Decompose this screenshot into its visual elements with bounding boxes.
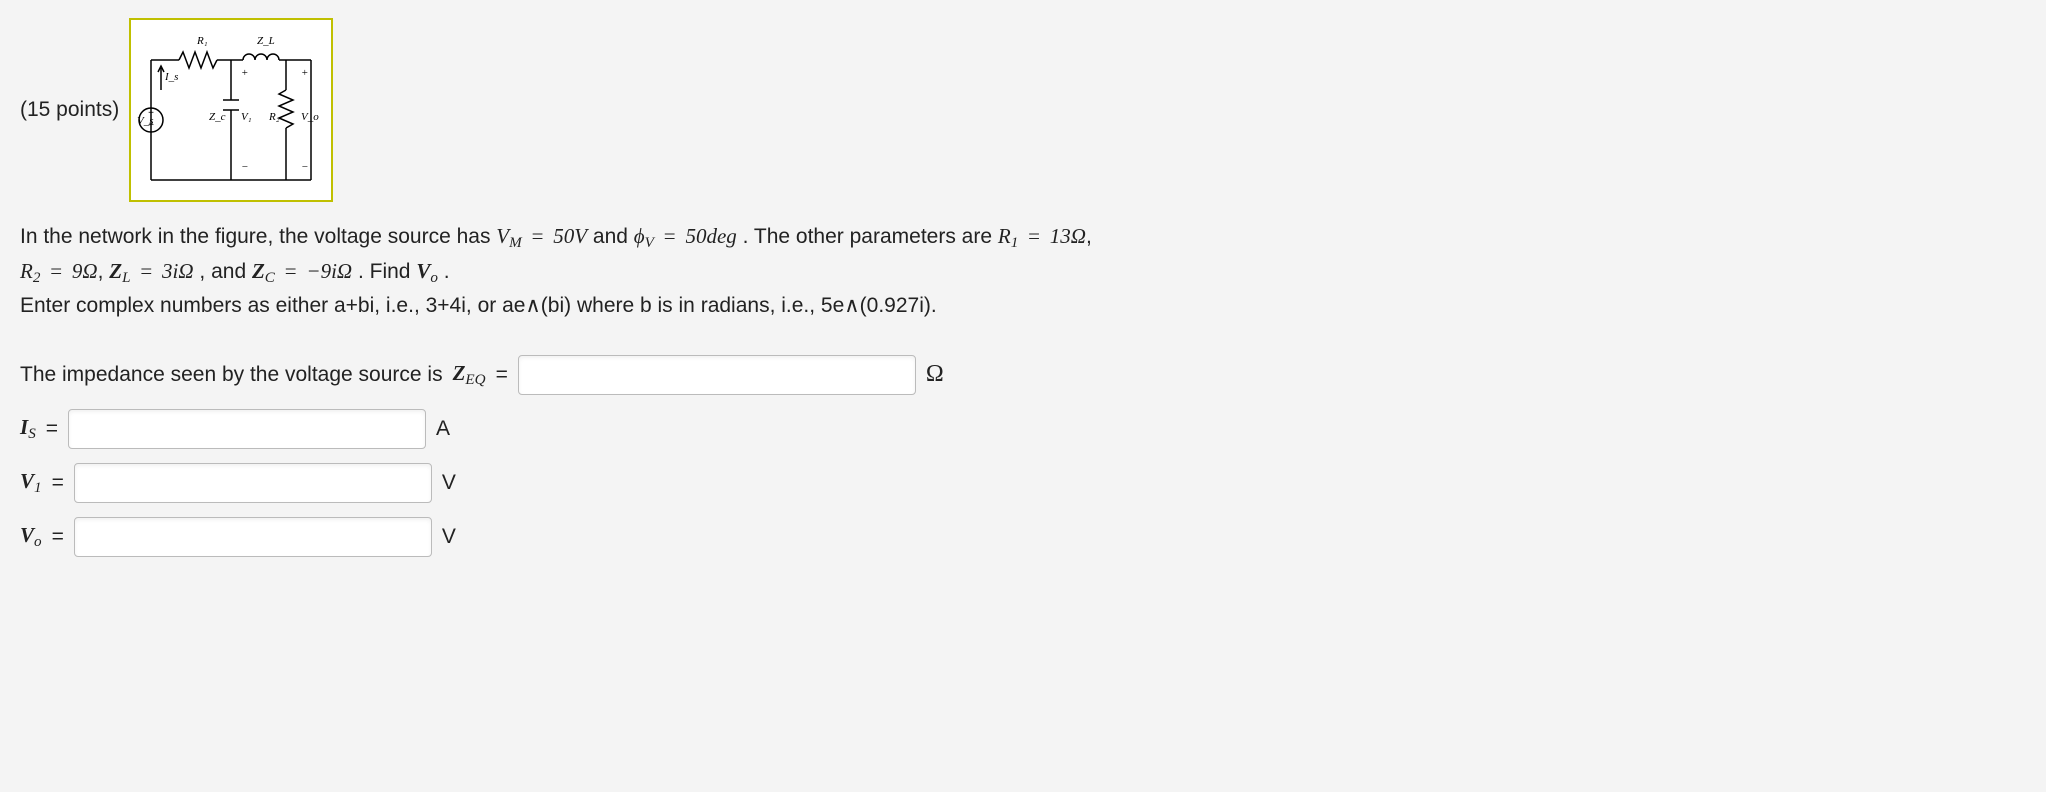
var-vm: VM [496,224,521,248]
is-unit: A [436,417,450,441]
var-v1: V1 [20,469,42,497]
is-row: IS = A [20,409,2026,449]
zeq-unit: Ω [926,361,944,388]
eq-sign: = [281,259,301,283]
equals: = [52,471,64,495]
var-is: IS [20,415,36,443]
val-r2: 9Ω [72,259,98,283]
text-and1: and [593,225,634,248]
text-find: . Find [358,260,416,283]
text-other: . The other parameters are [743,225,998,248]
var-r2: R2 [20,259,40,283]
svg-text:−: − [241,161,248,173]
vo-input[interactable] [74,517,432,557]
eq-sign: = [528,224,548,248]
svg-text:+: + [301,67,308,79]
v1-unit: V [442,471,456,495]
comma: , [1086,225,1092,248]
circuit-figure: + − R₁ Z_L V_s I_s Z_c V₁ R₂ V_o + − + − [129,18,333,202]
val-vm: 50V [553,224,587,248]
equals: = [52,525,64,549]
question-container: (15 points) [0,0,2046,597]
var-zl: ZL [109,259,130,283]
svg-text:R₁: R₁ [196,35,208,47]
zeq-row: The impedance seen by the voltage source… [20,355,2026,395]
equals: = [46,417,58,441]
header-row: (15 points) [20,18,2026,202]
equals: = [496,363,508,387]
svg-text:V₁: V₁ [241,111,252,123]
circuit-svg: + − R₁ Z_L V_s I_s Z_c V₁ R₂ V_o + − + − [131,20,331,200]
problem-text: In the network in the figure, the voltag… [20,220,2026,323]
svg-text:R₂: R₂ [268,111,280,123]
is-input[interactable] [68,409,426,449]
val-zc: −9iΩ [306,259,352,283]
vo-row: Vo = V [20,517,2026,557]
svg-text:−: − [301,161,308,173]
var-phi: ϕV [634,224,654,248]
svg-text:Z_L: Z_L [257,35,275,47]
var-vo-ans: Vo [20,523,42,551]
hint-text: Enter complex numbers as either a+bi, i.… [20,294,937,317]
comma: , [98,260,110,283]
svg-text:+: + [241,67,248,79]
var-r1: R1 [998,224,1018,248]
var-zeq: ZEQ [453,361,486,389]
zeq-prompt: The impedance seen by the voltage source… [20,363,443,387]
val-zl: 3iΩ [162,259,194,283]
text-lead: In the network in the figure, the voltag… [20,225,496,248]
svg-text:I_s: I_s [164,71,178,83]
eq-sign: = [136,259,156,283]
vo-unit: V [442,525,456,549]
text-period: . [444,260,450,283]
points-label: (15 points) [20,98,119,122]
eq-sign: = [1024,224,1044,248]
var-zc: ZC [252,259,275,283]
eq-sign: = [46,259,66,283]
val-r1: 13Ω [1050,224,1086,248]
val-phi: 50deg [685,224,736,248]
text-and2: , and [199,260,252,283]
v1-input[interactable] [74,463,432,503]
zeq-input[interactable] [518,355,916,395]
var-vo: Vo [416,259,438,283]
eq-sign: = [660,224,680,248]
svg-text:V_s: V_s [137,115,154,127]
v1-row: V1 = V [20,463,2026,503]
svg-text:Z_c: Z_c [209,111,226,123]
svg-text:V_o: V_o [301,111,319,123]
